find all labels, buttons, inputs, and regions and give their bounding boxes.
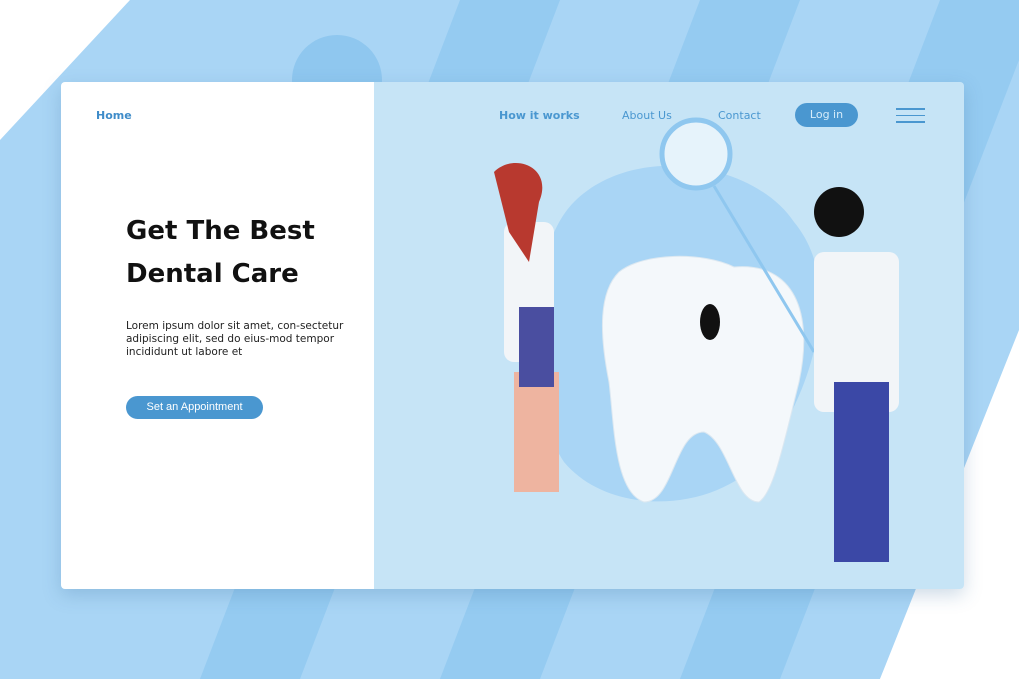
nav-home[interactable]: Home: [96, 109, 132, 122]
nav-how-it-works[interactable]: How it works: [499, 109, 580, 122]
hero-panel: Home Get The Best Dental Care Lorem ipsum…: [61, 82, 374, 589]
hamburger-menu-icon[interactable]: [896, 108, 925, 124]
title-line-1: Get The Best: [126, 216, 315, 246]
illustration-panel: How it works About Us Contact: [374, 82, 964, 589]
title-line-2: Dental Care: [126, 259, 299, 289]
hero-title: Get The Best Dental Care: [126, 210, 366, 296]
hero-body: Lorem ipsum dolor sit amet, con-sectetur…: [126, 320, 344, 358]
nav-contact[interactable]: Contact: [718, 109, 761, 122]
login-button[interactable]: Log in: [795, 103, 858, 127]
dentists-tooth-illustration: [494, 117, 899, 562]
nav-about-us[interactable]: About Us: [622, 109, 672, 122]
landing-card: Home Get The Best Dental Care Lorem ipsum…: [61, 82, 964, 589]
set-appointment-button[interactable]: Set an Appointment: [126, 396, 263, 419]
